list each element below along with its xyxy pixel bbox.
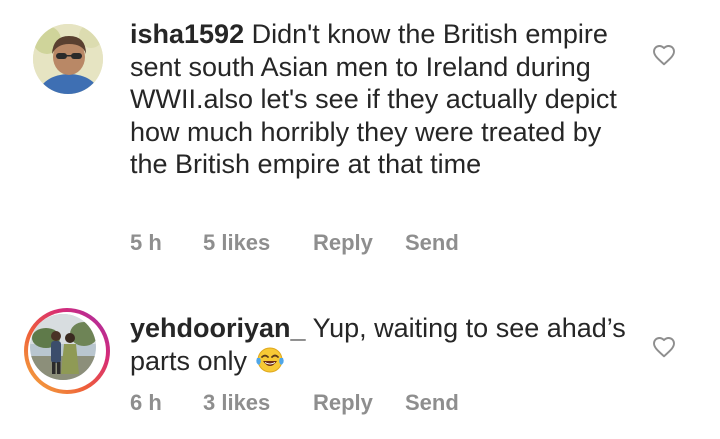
avatar-photo: [33, 24, 103, 94]
comment-username[interactable]: isha1592: [130, 19, 244, 49]
heart-outline-icon[interactable]: [652, 44, 676, 66]
reply-button[interactable]: Reply: [313, 390, 373, 416]
avatar[interactable]: [33, 24, 103, 94]
reply-button[interactable]: Reply: [313, 230, 373, 256]
avatar-photo: [30, 314, 96, 380]
comment-username[interactable]: yehdooriyan_: [130, 313, 306, 343]
comment-likes[interactable]: 3 likes: [203, 390, 270, 416]
avatar[interactable]: [30, 314, 96, 380]
comment-text-block: isha1592 Didn't know the British empire …: [130, 18, 640, 181]
comment-time: 6 h: [130, 390, 162, 415]
comment-text-block: yehdooriyan_ Yup, waiting to see ahad’s …: [130, 312, 640, 377]
comment-likes[interactable]: 5 likes: [203, 230, 270, 256]
send-button[interactable]: Send: [405, 390, 459, 416]
face-with-tears-of-joy-icon: [255, 347, 284, 372]
comment-time: 5 h: [130, 230, 162, 255]
story-ring[interactable]: [24, 308, 110, 394]
heart-outline-icon[interactable]: [652, 336, 676, 358]
send-button[interactable]: Send: [405, 230, 459, 256]
